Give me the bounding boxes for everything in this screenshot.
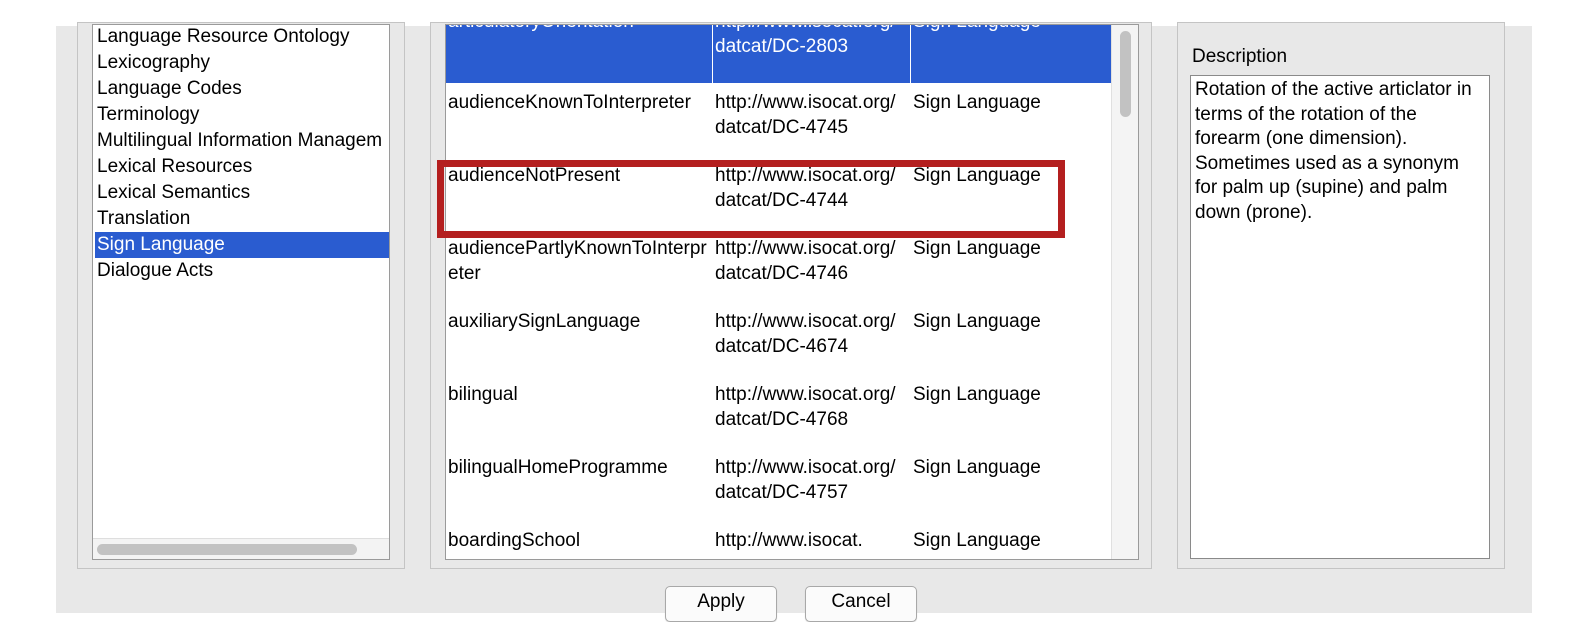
table-row[interactable]: auxiliarySignLanguage http://www.isocat.… [446,310,1112,383]
datcat-table[interactable]: articulatoryOrientation http://www.isoca… [445,24,1139,560]
column-divider [910,25,911,87]
table-row[interactable]: bilingual http://www.isocat.org/datcat/D… [446,383,1112,456]
list-item[interactable]: Lexicography [95,50,389,76]
cell-profile: Sign Language [913,92,1041,113]
cell-url: http://www.isocat.org/datcat/DC-4744 [715,165,896,211]
list-item[interactable]: Lexical Semantics [95,180,389,206]
cell-name: boardingSchool [448,530,581,551]
dialog: Language Resource Ontology Lexicography … [56,22,1532,622]
cell-profile: Sign Language [913,384,1041,405]
horizontal-scrollbar[interactable] [93,538,389,559]
list-item[interactable]: Language Resource Ontology [95,25,389,50]
category-list[interactable]: Language Resource Ontology Lexicography … [92,24,390,560]
description-textarea[interactable]: Rotation of the active articlator in ter… [1190,75,1490,559]
vertical-scrollbar[interactable] [1111,25,1138,559]
cell-url: http://www.isocat.org/datcat/DC-4746 [715,238,896,284]
cell-url: http://www.isocat. [715,530,863,551]
table-row[interactable]: audienceNotPresent http://www.isocat.org… [446,164,1112,237]
apply-button[interactable]: Apply [665,586,777,622]
cell-name: audienceKnownToInterpreter [448,92,691,113]
table-row[interactable]: audienceKnownToInterpreter http://www.is… [446,91,1112,164]
list-item-selected[interactable]: Sign Language [95,232,389,258]
scrollbar-thumb[interactable] [97,544,357,555]
cell-name: auxiliarySignLanguage [448,311,641,332]
cell-url: http://www.isocat.org/datcat/DC-4768 [715,384,896,430]
list-item[interactable]: Translation [95,206,389,232]
list-item[interactable]: Multilingual Information Managem [95,128,389,154]
cell-profile: Sign Language [913,457,1041,478]
cell-profile: Sign Language [913,238,1041,259]
table-row-selected[interactable]: articulatoryOrientation http://www.isoca… [446,25,1112,87]
cell-url: http://www.isocat.org/datcat/DC-4745 [715,92,896,138]
cell-url: http://www.isocat.org/datcat/DC-2803 [715,25,896,57]
cell-profile: Sign Language [913,530,1041,551]
cell-name: bilingualHomeProgramme [448,457,668,478]
description-label: Description [1192,46,1288,67]
cell-name: bilingual [448,384,518,405]
list-item[interactable]: Lexical Resources [95,154,389,180]
list-item[interactable]: Dialogue Acts [95,258,389,284]
scrollbar-thumb[interactable] [1120,31,1131,117]
cell-url: http://www.isocat.org/datcat/DC-4674 [715,311,896,357]
description-text: Rotation of the active articlator in ter… [1195,79,1472,223]
cell-url: http://www.isocat.org/datcat/DC-4757 [715,457,896,503]
table-row[interactable]: audiencePartlyKnownToInterpreter http://… [446,237,1112,310]
cell-profile: Sign Language [913,311,1041,332]
table-row[interactable]: boardingSchool http://www.isocat. Sign L… [446,529,1112,559]
cancel-button[interactable]: Cancel [805,586,917,622]
cell-profile: Sign Language [913,165,1041,186]
cell-name: audiencePartlyKnownToInterpreter [448,238,707,284]
cell-name: articulatoryOrientation [448,25,710,83]
list-item[interactable]: Language Codes [95,76,389,102]
list-item[interactable]: Terminology [95,102,389,128]
table-row[interactable]: bilingualHomeProgramme http://www.isocat… [446,456,1112,529]
cell-profile: Sign Language [913,25,1109,83]
cell-name: audienceNotPresent [448,165,621,186]
column-divider [712,25,713,87]
